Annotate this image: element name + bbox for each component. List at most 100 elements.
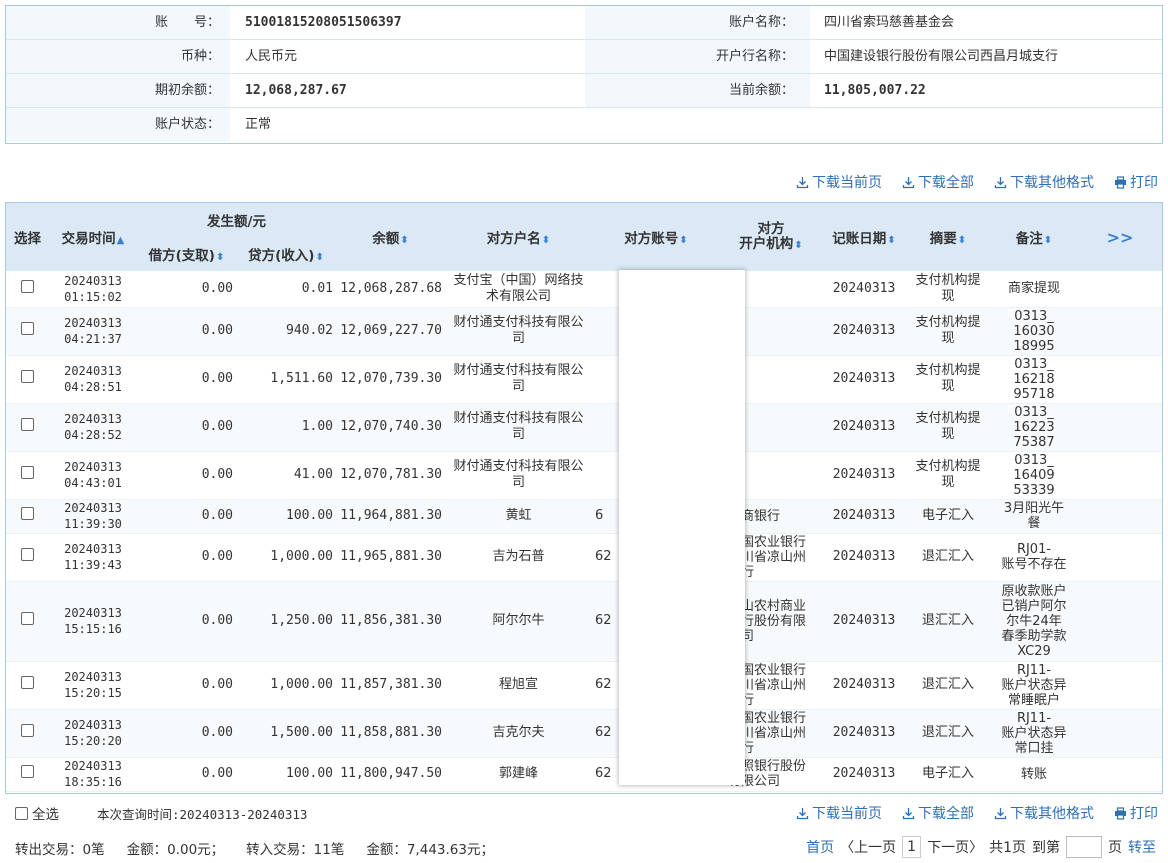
cell-time: 20240313 04:28:51: [49, 355, 137, 404]
sort-icon[interactable]: ⬍: [679, 235, 687, 246]
col-time[interactable]: 交易时间▲: [49, 203, 137, 271]
col-party-name[interactable]: 对方户名⬍: [445, 203, 592, 271]
download-icon: [994, 176, 1007, 188]
goto-label: 到第: [1032, 840, 1060, 856]
next-page-link[interactable]: 下一页〉: [927, 837, 983, 857]
table-row[interactable]: 20240313 04:28:51 0.00 1,511.60 12,070,739.…: [6, 355, 1162, 404]
download-other-link[interactable]: 下载其他格式: [994, 803, 1094, 823]
cell-credit: 1.00: [236, 403, 336, 452]
table-row[interactable]: 20240313 11:39:43 0.00 1,000.00 11,965,881.…: [6, 533, 1162, 582]
cell-credit: 100.00: [236, 757, 336, 792]
sort-icon[interactable]: ⬍: [216, 252, 224, 263]
col-party-account[interactable]: 对方账号⬍: [592, 203, 720, 271]
download-all-link[interactable]: 下载全部: [902, 172, 974, 192]
table-row[interactable]: 20240313 15:15:16 0.00 1,250.00 11,856,381.…: [6, 581, 1162, 662]
download-page-label: 下载当前页: [812, 806, 882, 822]
table-row[interactable]: 20240313 18:35:16 0.00 100.00 11,800,947.50…: [6, 757, 1162, 792]
row-checkbox[interactable]: [21, 724, 34, 737]
cell-debit: 0.00: [137, 661, 236, 710]
account-no-value: 51001815208051506397: [245, 15, 402, 30]
first-page-link[interactable]: 首页: [806, 837, 834, 857]
print-link[interactable]: 打印: [1114, 803, 1158, 823]
sort-icon[interactable]: ⬍: [887, 235, 895, 246]
col-debit[interactable]: 借方(支取)⬍: [137, 237, 236, 271]
table-row[interactable]: 20240313 04:21:37 0.00 940.02 12,069,227.70…: [6, 307, 1162, 356]
account-info-panel: 账 号： 51001815208051506397 账户名称： 四川省索玛慈善基…: [5, 5, 1163, 144]
double-chevron-right-icon[interactable]: >>: [1107, 228, 1134, 247]
prev-page-link[interactable]: 〈上一页: [840, 837, 896, 857]
current-page[interactable]: 1: [902, 836, 922, 858]
cell-time: 20240313 15:20:15: [49, 661, 137, 710]
sort-icon[interactable]: ⬍: [794, 240, 802, 251]
row-select-cell: [6, 271, 49, 308]
jump-button[interactable]: 转至: [1128, 837, 1156, 857]
table-row[interactable]: 20240313 11:39:30 0.00 100.00 11,964,881.30…: [6, 499, 1162, 534]
sort-icon[interactable]: ⬍: [315, 252, 323, 263]
table-row[interactable]: 20240313 01:15:02 0.00 0.01 12,068,287.68 支付…: [6, 271, 1162, 308]
query-time-label: 本次查询时间:20240313-20240313: [97, 806, 308, 822]
col-party-bank[interactable]: 对方 开户机构⬍: [720, 203, 822, 271]
row-checkbox[interactable]: [21, 548, 34, 561]
row-select-cell: [6, 499, 49, 534]
row-checkbox[interactable]: [21, 676, 34, 689]
row-checkbox[interactable]: [21, 418, 34, 431]
cell-date: 20240313: [822, 451, 906, 500]
sort-icon[interactable]: ⬍: [1044, 235, 1052, 246]
cell-balance: 11,965,881.30: [336, 533, 445, 582]
col-credit[interactable]: 贷方(收入)⬍: [236, 237, 336, 271]
cell-balance: 12,070,740.30: [336, 403, 445, 452]
row-checkbox[interactable]: [21, 279, 34, 293]
account-status-label: 账户状态：: [6, 108, 230, 142]
print-link[interactable]: 打印: [1114, 172, 1158, 192]
cell-debit: 0.00: [137, 451, 236, 500]
table-row[interactable]: 20240313 04:28:52 0.00 1.00 12,070,740.30 财付…: [6, 403, 1162, 452]
in-amount: 金额：7,443.63元；: [366, 842, 494, 858]
col-summary[interactable]: 摘要⬍: [906, 203, 990, 271]
cell-balance: 11,964,881.30: [336, 499, 445, 534]
page-number-input[interactable]: [1066, 836, 1102, 858]
select-all-checkbox[interactable]: [15, 806, 28, 820]
cell-credit: 1,000.00: [236, 661, 336, 710]
row-checkbox[interactable]: [21, 612, 34, 625]
cell-name: 阿尔尔牛: [445, 581, 592, 662]
cell-balance: 11,858,881.30: [336, 709, 445, 758]
cell-empty: [1078, 307, 1162, 356]
row-checkbox[interactable]: [21, 322, 34, 335]
download-other-link[interactable]: 下载其他格式: [994, 172, 1094, 192]
row-checkbox[interactable]: [21, 370, 34, 383]
cell-name: 郭建峰: [445, 757, 592, 792]
out-amount: 金额：0.00元；: [126, 842, 225, 858]
sort-icon[interactable]: ⬍: [542, 235, 550, 246]
row-select-cell: [6, 451, 49, 500]
col-post-date[interactable]: 记账日期⬍: [822, 203, 906, 271]
download-page-link[interactable]: 下载当前页: [796, 803, 882, 823]
bottom-toolbar: 下载当前页 下载全部 下载其他格式 打印: [796, 803, 1158, 823]
cell-summary: 电子汇入: [906, 499, 990, 534]
sort-icon[interactable]: ▲: [117, 235, 125, 246]
sort-icon[interactable]: ⬍: [958, 235, 966, 246]
col-remark[interactable]: 备注⬍: [990, 203, 1078, 271]
select-all-label[interactable]: 全选: [32, 803, 59, 823]
download-all-link[interactable]: 下载全部: [902, 803, 974, 823]
cell-remark: RJ11- 账户状态异 常睡眠户: [990, 661, 1078, 710]
row-select-cell: [6, 355, 49, 404]
table-row[interactable]: 20240313 04:43:01 0.00 41.00 12,070,781.30 财…: [6, 451, 1162, 500]
cell-remark: 0313_ 16218 95718: [990, 355, 1078, 404]
cell-remark: 转账: [990, 757, 1078, 792]
row-checkbox[interactable]: [21, 507, 34, 520]
cell-debit: 0.00: [137, 403, 236, 452]
col-amount-group: 发生额/元: [137, 203, 336, 237]
table-row[interactable]: 20240313 15:20:20 0.00 1,500.00 11,858,881.…: [6, 709, 1162, 758]
more-columns-button[interactable]: >>: [1078, 203, 1162, 271]
bank-label: 开户行名称：: [585, 40, 810, 73]
cell-summary: 退汇汇入: [906, 533, 990, 582]
row-checkbox[interactable]: [21, 765, 34, 778]
col-balance[interactable]: 余额⬍: [336, 203, 445, 271]
sort-icon[interactable]: ⬍: [400, 235, 408, 246]
current-balance-label: 当前余额：: [585, 74, 810, 107]
cell-time: 20240313 04:43:01: [49, 451, 137, 500]
account-name-label: 账户名称：: [585, 6, 810, 39]
table-row[interactable]: 20240313 15:20:15 0.00 1,000.00 11,857,381.…: [6, 661, 1162, 710]
download-page-link[interactable]: 下载当前页: [796, 172, 882, 192]
row-checkbox[interactable]: [21, 466, 34, 479]
